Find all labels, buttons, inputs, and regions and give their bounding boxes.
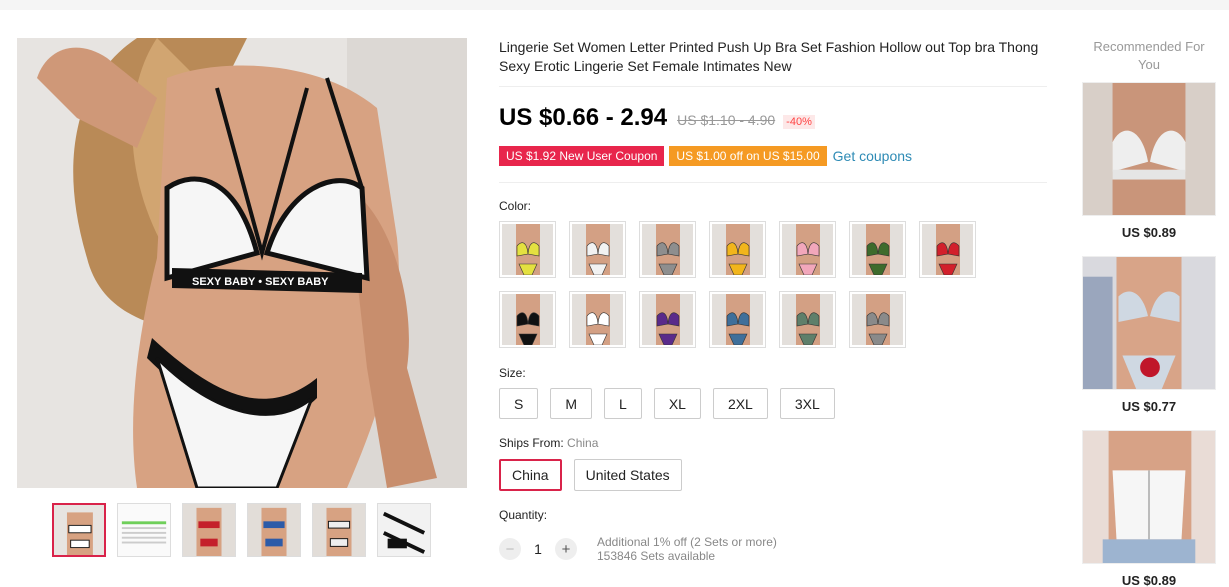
swatch-photo	[852, 294, 903, 345]
quantity-plus-button[interactable]: +	[555, 538, 577, 560]
ships-from-option-china[interactable]: China	[499, 459, 562, 491]
swatch-photo	[782, 294, 833, 345]
product-info: Lingerie Set Women Letter Printed Push U…	[499, 38, 1049, 563]
color-swatch[interactable]	[709, 291, 766, 348]
thumbnail-4[interactable]	[247, 503, 301, 557]
stock-available: 153846 Sets available	[597, 549, 716, 563]
size-option-2xl[interactable]: 2XL	[712, 388, 768, 419]
thumbnail-6[interactable]	[377, 503, 431, 557]
swatch-photo	[712, 294, 763, 345]
recommended-panel: Recommended For You US $0.89 US $0.77 US…	[1082, 38, 1216, 587]
size-options: S M L XL 2XL 3XL	[499, 388, 835, 419]
recommended-item[interactable]: US $0.77	[1082, 256, 1216, 414]
size-option-s[interactable]: S	[499, 388, 539, 419]
thumbnail-2[interactable]	[117, 503, 171, 557]
ships-from-option-united-states[interactable]: United States	[573, 459, 682, 491]
ships-from-title: Ships From:	[499, 436, 564, 450]
divider	[499, 182, 1047, 183]
new-user-coupon[interactable]: US $1.92 New User Coupon	[499, 146, 665, 166]
swatch-photo	[642, 294, 693, 345]
get-coupons-link[interactable]: Get coupons	[833, 148, 912, 164]
bulk-discount-note: Additional 1% off (2 Sets or more)	[597, 535, 777, 549]
main-product-photo: SEXY BABY • SEXY BABY	[17, 38, 467, 488]
color-swatch[interactable]	[569, 291, 626, 348]
size-option-m[interactable]: M	[550, 388, 593, 419]
recommended-item-image[interactable]	[1082, 82, 1216, 216]
color-swatch[interactable]	[779, 221, 836, 278]
recommended-item-image[interactable]	[1082, 256, 1216, 390]
ships-from-options: China United States	[499, 459, 682, 491]
color-swatch[interactable]	[499, 221, 556, 278]
swatch-photo	[572, 224, 623, 275]
swatch-photo	[922, 224, 973, 275]
color-swatch[interactable]	[779, 291, 836, 348]
band-print: SEXY BABY • SEXY BABY	[192, 276, 329, 288]
color-swatch[interactable]	[639, 221, 696, 278]
color-label: Color:	[499, 199, 532, 213]
thumbnail-strip	[52, 503, 431, 557]
swatch-photo	[782, 224, 833, 275]
recommended-item[interactable]: US $0.89	[1082, 430, 1216, 587]
size-label: Size:	[499, 366, 526, 380]
color-swatch[interactable]	[639, 291, 696, 348]
size-option-3xl[interactable]: 3XL	[779, 388, 835, 419]
color-swatch[interactable]	[919, 221, 976, 278]
ships-from-label: Ships From: China	[499, 436, 598, 450]
color-swatch[interactable]	[499, 291, 556, 348]
color-swatches	[499, 221, 989, 348]
ships-from-value: China	[567, 436, 599, 450]
swatch-photo	[502, 224, 553, 275]
coupons-row: US $1.92 New User Coupon US $1.00 off on…	[499, 146, 912, 166]
thumbnail-3[interactable]	[182, 503, 236, 557]
quantity-value[interactable]: 1	[521, 541, 555, 557]
product-title: Lingerie Set Women Letter Printed Push U…	[499, 39, 1039, 74]
color-swatch[interactable]	[849, 291, 906, 348]
recommended-item-price: US $0.89	[1121, 225, 1177, 240]
recommended-item[interactable]: US $0.89	[1082, 82, 1216, 240]
quantity-note: Additional 1% off (2 Sets or more) 15384…	[597, 535, 777, 563]
discount-badge: -40%	[783, 115, 815, 129]
swatch-photo	[642, 224, 693, 275]
color-swatch[interactable]	[569, 221, 626, 278]
thumbnail-5[interactable]	[312, 503, 366, 557]
size-option-l[interactable]: L	[604, 388, 642, 419]
quantity-minus-button[interactable]: −	[499, 538, 521, 560]
quantity-label: Quantity:	[499, 508, 548, 522]
swatch-photo	[572, 294, 623, 345]
current-price: US $0.66 - 2.94	[499, 104, 668, 131]
swatch-photo	[502, 294, 553, 345]
color-swatch[interactable]	[849, 221, 906, 278]
color-swatch[interactable]	[709, 221, 766, 278]
swatch-photo	[712, 224, 763, 275]
recommended-item-price: US $0.77	[1121, 399, 1177, 414]
price-row: US $0.66 - 2.94 US $1.10 - 4.90 -40%	[499, 104, 815, 132]
thumbnail-1[interactable]	[52, 503, 106, 557]
divider	[499, 86, 1047, 87]
quantity-stepper: − 1 + Additional 1% off (2 Sets or more)…	[499, 535, 777, 563]
main-product-image[interactable]: SEXY BABY • SEXY BABY	[17, 38, 467, 488]
recommended-item-image[interactable]	[1082, 430, 1216, 564]
original-price: US $1.10 - 4.90	[677, 112, 776, 128]
swatch-photo	[852, 224, 903, 275]
size-option-xl[interactable]: XL	[653, 388, 701, 419]
recommended-title: Recommended For You	[1093, 39, 1205, 72]
top-bar	[0, 0, 1229, 10]
store-coupon[interactable]: US $1.00 off on US $15.00	[669, 146, 827, 166]
recommended-item-price: US $0.89	[1121, 573, 1177, 587]
